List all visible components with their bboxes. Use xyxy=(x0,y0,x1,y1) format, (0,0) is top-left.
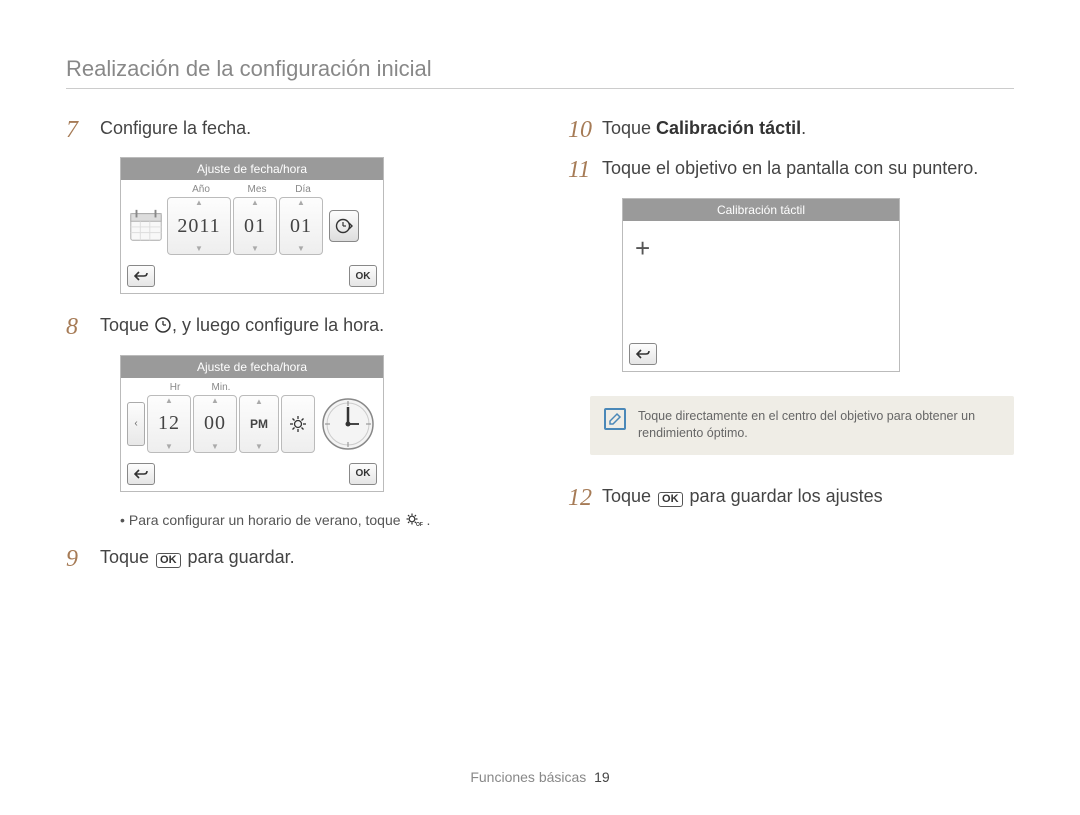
ok-button[interactable]: OK xyxy=(349,463,377,485)
left-column: 7 Configure la fecha. Ajuste de fecha/ho… xyxy=(66,117,512,586)
up-arrow-icon[interactable]: ▲ xyxy=(165,397,173,405)
year-label: Año xyxy=(169,184,233,195)
screen-title: Ajuste de fecha/hora xyxy=(121,158,383,180)
footer-section: Funciones básicas xyxy=(470,769,586,785)
down-arrow-icon[interactable]: ▼ xyxy=(297,245,305,253)
back-button[interactable] xyxy=(127,463,155,485)
dst-button[interactable] xyxy=(281,395,315,453)
step-text: Toque Calibración táctil. xyxy=(602,117,806,140)
dst-off-icon: OFF xyxy=(405,513,423,527)
dst-note: • Para configurar un horario de verano, … xyxy=(120,512,512,528)
day-value: 01 xyxy=(290,215,312,238)
date-setting-screen: Ajuste de fecha/hora Año Mes Día xyxy=(120,157,512,294)
time-setting-screen: Ajuste de fecha/hora Hr Min. ‹ ▲ xyxy=(120,355,512,492)
ok-icon: OK xyxy=(658,492,683,507)
pencil-note-icon xyxy=(608,412,622,426)
up-arrow-icon[interactable]: ▲ xyxy=(251,199,259,207)
step-10: 10 Toque Calibración táctil. xyxy=(568,117,1014,143)
calendar-icon xyxy=(127,206,165,246)
page-title: Realización de la configuración inicial xyxy=(66,56,1014,89)
hour-spinner[interactable]: ▲ 12 ▼ xyxy=(147,395,191,453)
manual-page: Realización de la configuración inicial … xyxy=(0,0,1080,815)
clock-button[interactable] xyxy=(329,210,359,242)
prev-button[interactable]: ‹ xyxy=(127,402,145,446)
minute-spinner[interactable]: ▲ 00 ▼ xyxy=(193,395,237,453)
ok-icon: OK xyxy=(156,553,181,568)
month-spinner[interactable]: ▲ 01 ▼ xyxy=(233,197,277,255)
page-footer: Funciones básicas 19 xyxy=(0,769,1080,785)
step-9: 9 Toque OK para guardar. xyxy=(66,546,512,572)
calibration-target-icon[interactable]: + xyxy=(635,235,650,261)
year-value: 2011 xyxy=(177,215,220,238)
step-number: 12 xyxy=(568,485,602,511)
step-text: Toque OK para guardar los ajustes xyxy=(602,485,883,508)
step-text: Configure la fecha. xyxy=(100,117,251,140)
clock-icon xyxy=(154,316,172,334)
back-arrow-icon xyxy=(134,270,148,282)
step-number: 10 xyxy=(568,117,602,143)
down-arrow-icon[interactable]: ▼ xyxy=(211,443,219,451)
up-arrow-icon[interactable]: ▲ xyxy=(195,199,203,207)
step-text: Toque , y luego configure la hora. xyxy=(100,314,384,337)
up-arrow-icon[interactable]: ▲ xyxy=(255,397,263,406)
step-number: 11 xyxy=(568,157,602,183)
two-column-layout: 7 Configure la fecha. Ajuste de fecha/ho… xyxy=(66,117,1014,586)
month-label: Mes xyxy=(235,184,279,195)
step-8: 8 Toque , y luego configure la hora. xyxy=(66,314,512,340)
clock-next-icon xyxy=(334,216,354,236)
step-11: 11 Toque el objetivo en la pantalla con … xyxy=(568,157,1014,183)
step-text: Toque el objetivo en la pantalla con su … xyxy=(602,157,978,180)
page-number: 19 xyxy=(594,769,610,785)
screen-title: Calibración táctil xyxy=(623,199,899,221)
tip-text: Toque directamente en el centro del obje… xyxy=(638,408,1000,443)
month-value: 01 xyxy=(244,215,266,238)
back-button[interactable] xyxy=(127,265,155,287)
step-number: 8 xyxy=(66,314,100,340)
down-arrow-icon[interactable]: ▼ xyxy=(255,442,263,451)
down-arrow-icon[interactable]: ▼ xyxy=(195,245,203,253)
ok-button[interactable]: OK xyxy=(349,265,377,287)
step-12: 12 Toque OK para guardar los ajustes xyxy=(568,485,1014,511)
svg-text:OFF: OFF xyxy=(416,522,423,527)
up-arrow-icon[interactable]: ▲ xyxy=(211,397,219,405)
note-icon xyxy=(604,408,626,430)
tip-callout: Toque directamente en el centro del obje… xyxy=(590,396,1014,455)
down-arrow-icon[interactable]: ▼ xyxy=(165,443,173,451)
back-arrow-icon xyxy=(134,468,148,480)
step-number: 9 xyxy=(66,546,100,572)
touch-calibration-screen: Calibración táctil + xyxy=(622,198,1014,372)
down-arrow-icon[interactable]: ▼ xyxy=(251,245,259,253)
dst-sun-icon xyxy=(288,414,308,434)
hour-value: 12 xyxy=(158,412,180,435)
minute-label: Min. xyxy=(199,382,243,393)
day-spinner[interactable]: ▲ 01 ▼ xyxy=(279,197,323,255)
chevron-left-icon: ‹ xyxy=(134,418,137,429)
clock-dial-icon xyxy=(321,397,375,451)
bullet: • xyxy=(120,512,125,528)
minute-value: 00 xyxy=(204,412,226,435)
back-button[interactable] xyxy=(629,343,657,365)
ampm-spinner[interactable]: ▲ PM ▼ xyxy=(239,395,279,453)
right-column: 10 Toque Calibración táctil. 11 Toque el… xyxy=(568,117,1014,586)
step-number: 7 xyxy=(66,117,100,143)
up-arrow-icon[interactable]: ▲ xyxy=(297,199,305,207)
step-7: 7 Configure la fecha. xyxy=(66,117,512,143)
day-label: Día xyxy=(281,184,325,195)
step-text: Toque OK para guardar. xyxy=(100,546,295,569)
ampm-value: PM xyxy=(250,417,268,431)
back-arrow-icon xyxy=(636,348,650,360)
year-spinner[interactable]: ▲ 2011 ▼ xyxy=(167,197,231,255)
hour-label: Hr xyxy=(153,382,197,393)
screen-title: Ajuste de fecha/hora xyxy=(121,356,383,378)
